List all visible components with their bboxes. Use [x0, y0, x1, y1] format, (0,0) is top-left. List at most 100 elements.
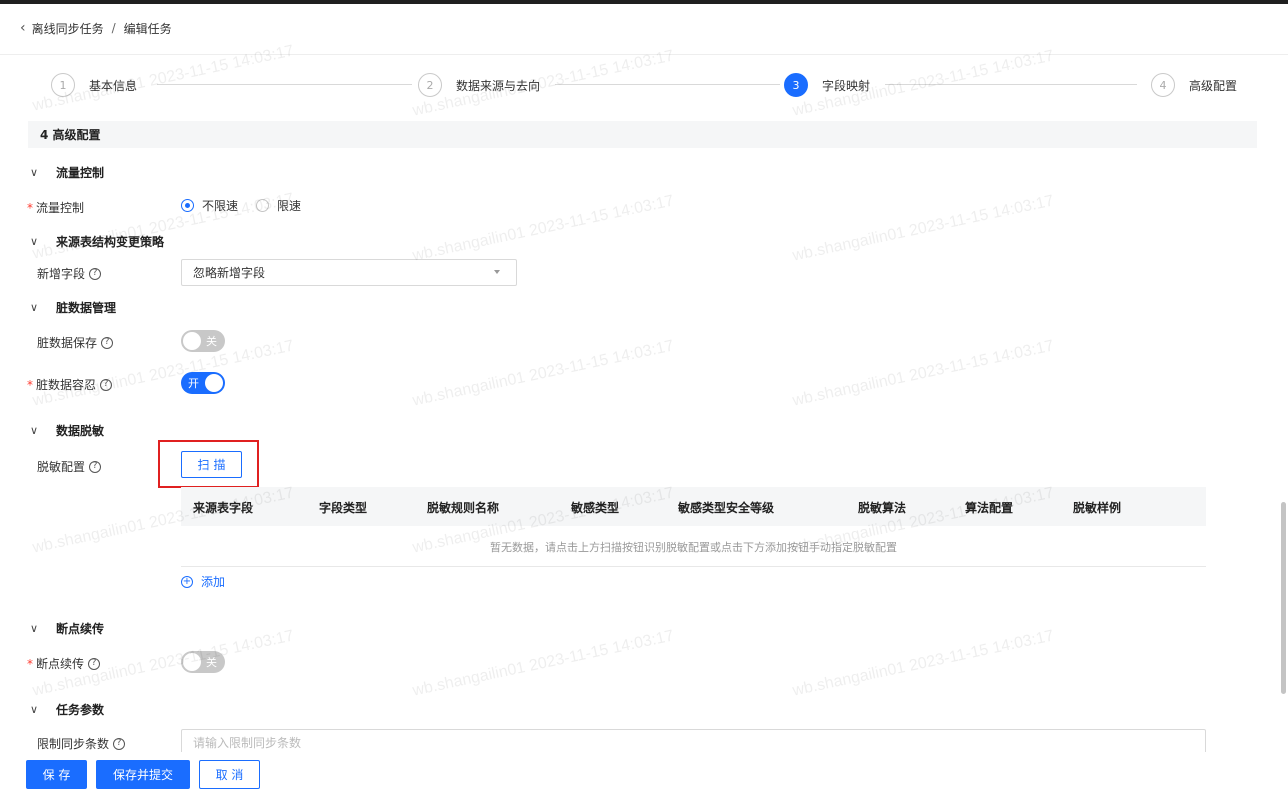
radio-limited[interactable]: 限速: [256, 197, 301, 214]
step-label: 字段映射: [822, 78, 871, 93]
field-label-flow-control: * 流量控制: [27, 199, 84, 216]
help-icon[interactable]: ?: [101, 336, 114, 349]
field-label-new-field: 新增字段 ?: [37, 265, 102, 282]
help-icon[interactable]: ?: [88, 657, 101, 670]
flow-control-radio-group: 不限速 限速: [181, 197, 319, 214]
resume-switch[interactable]: 关: [181, 651, 225, 673]
masking-table-header: 来源表字段 字段类型 脱敏规则名称 敏感类型 敏感类型安全等级 脱敏算法 算法配…: [181, 487, 1206, 526]
step-number: 4: [1151, 73, 1175, 97]
required-mark: *: [27, 200, 33, 215]
required-mark: *: [27, 656, 33, 671]
label-text: 脏数据保存: [37, 336, 98, 350]
step-2[interactable]: 2 数据来源与去向: [418, 70, 540, 100]
new-field-select[interactable]: 忽略新增字段: [181, 259, 517, 286]
group-title: 来源表结构变更策略: [56, 235, 165, 249]
select-value: 忽略新增字段: [193, 266, 266, 280]
radio-unlimited[interactable]: 不限速: [181, 197, 238, 214]
step-4[interactable]: 4 高级配置: [1151, 70, 1237, 100]
step-bar: 1 基本信息 2 数据来源与去向 3 字段映射 4 高级配置: [0, 70, 1288, 100]
dirty-tolerance-switch[interactable]: 开: [181, 372, 225, 394]
caret-down-icon: [494, 270, 500, 274]
footer-bar: 保 存 保存并提交 取 消: [0, 752, 1288, 794]
step-connector: [555, 84, 780, 85]
chevron-down-icon[interactable]: ∨: [30, 235, 40, 248]
cancel-button[interactable]: 取 消: [199, 760, 260, 789]
step-1[interactable]: 1 基本信息: [51, 70, 137, 100]
breadcrumb-current: 编辑任务: [123, 21, 172, 36]
group-title: 数据脱敏: [56, 424, 105, 438]
help-icon[interactable]: ?: [89, 460, 102, 473]
step-connector: [157, 84, 412, 85]
column-header: 来源表字段: [193, 501, 254, 515]
label-text: 脱敏配置: [37, 460, 86, 474]
field-label-resume: * 断点续传 ?: [27, 655, 101, 672]
watermark: wb.shangailin01 2023-11-15 14:03:17: [791, 627, 1056, 700]
breadcrumb: ‹ 离线同步任务 / 编辑任务: [20, 18, 172, 38]
dirty-save-switch[interactable]: 关: [181, 330, 225, 352]
chevron-down-icon[interactable]: ∨: [30, 703, 40, 716]
chevron-down-icon[interactable]: ∨: [30, 622, 40, 635]
switch-knob: [183, 332, 201, 350]
group-title: 断点续传: [56, 622, 105, 636]
radio-label: 不限速: [202, 199, 239, 213]
step-connector: [885, 84, 1137, 85]
chevron-down-icon[interactable]: ∨: [30, 166, 40, 179]
chevron-down-icon[interactable]: ∨: [30, 424, 40, 437]
label-text: 流量控制: [36, 201, 85, 215]
group-title: 任务参数: [56, 703, 105, 717]
group-masking[interactable]: ∨ 数据脱敏: [30, 422, 104, 439]
watermark: wb.shangailin01 2023-11-15 14:03:17: [411, 627, 676, 700]
field-label-dirty-save: 脏数据保存 ?: [37, 334, 114, 351]
watermark: wb.shangailin01 2023-11-15 14:03:17: [791, 192, 1056, 265]
radio-dot[interactable]: [256, 199, 270, 212]
label-text: 脏数据容忍: [36, 378, 97, 392]
watermark: wb.shangailin01 2023-11-15 14:03:17: [791, 337, 1056, 410]
field-label-limit-rows: 限制同步条数 ?: [37, 735, 126, 752]
field-label-masking-config: 脱敏配置 ?: [37, 458, 102, 475]
switch-text: 开: [188, 377, 199, 390]
step-label: 高级配置: [1189, 78, 1238, 93]
group-title: 脏数据管理: [56, 301, 117, 315]
column-header: 字段类型: [319, 501, 368, 515]
group-resume[interactable]: ∨ 断点续传: [30, 620, 104, 637]
add-label: 添加: [201, 575, 226, 589]
radio-label: 限速: [277, 199, 302, 213]
breadcrumb-parent[interactable]: 离线同步任务: [32, 20, 104, 37]
label-text: 新增字段: [37, 267, 86, 281]
vertical-scrollbar[interactable]: [1281, 502, 1286, 694]
field-label-dirty-tolerance: * 脏数据容忍 ?: [27, 376, 113, 393]
group-schema-change[interactable]: ∨ 来源表结构变更策略: [30, 233, 164, 250]
step-number: 3: [784, 73, 808, 97]
switch-text: 关: [206, 656, 217, 669]
step-label: 数据来源与去向: [456, 78, 541, 93]
masking-table-empty: 暂无数据，请点击上方扫描按钮识别脱敏配置或点击下方添加按钮手动指定脱敏配置: [181, 527, 1206, 567]
group-flow-control[interactable]: ∨ 流量控制: [30, 164, 104, 181]
step-label: 基本信息: [89, 78, 138, 93]
column-header: 脱敏样例: [1073, 501, 1122, 515]
help-icon[interactable]: ?: [89, 267, 102, 280]
save-submit-button[interactable]: 保存并提交: [96, 760, 190, 789]
radio-dot-selected[interactable]: [181, 199, 194, 212]
switch-text: 关: [206, 335, 217, 348]
label-text: 断点续传: [36, 657, 85, 671]
help-icon[interactable]: ?: [113, 737, 126, 750]
chevron-left-icon[interactable]: ‹: [20, 20, 26, 36]
plus-circle-icon: +: [181, 575, 193, 588]
column-header: 敏感类型: [571, 501, 620, 515]
column-header: 脱敏算法: [858, 501, 907, 515]
help-icon[interactable]: ?: [100, 378, 113, 391]
required-mark: *: [27, 377, 33, 392]
group-dirty-data[interactable]: ∨ 脏数据管理: [30, 299, 116, 316]
watermark: wb.shangailin01 2023-11-15 14:03:17: [411, 192, 676, 265]
step-3[interactable]: 3 字段映射: [784, 70, 870, 100]
scan-button[interactable]: 扫描: [181, 451, 242, 478]
switch-knob: [205, 374, 223, 392]
save-button[interactable]: 保 存: [26, 760, 87, 789]
group-task-params[interactable]: ∨ 任务参数: [30, 701, 104, 718]
chevron-down-icon[interactable]: ∨: [30, 301, 40, 314]
step-number: 1: [51, 73, 75, 97]
top-bar: [0, 0, 1288, 4]
switch-knob: [183, 653, 201, 671]
group-title: 流量控制: [56, 166, 105, 180]
add-masking-button[interactable]: + 添加: [181, 573, 225, 590]
